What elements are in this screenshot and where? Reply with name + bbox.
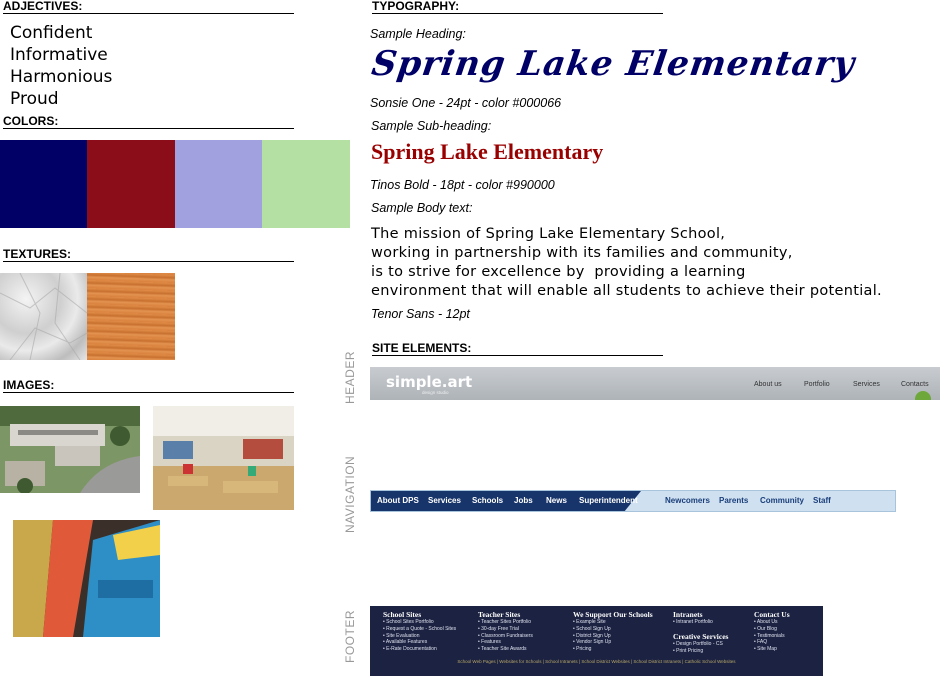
- nav-item-news[interactable]: News: [546, 496, 567, 505]
- footer-column-title: Creative Services: [673, 631, 729, 641]
- color-swatch-red: [87, 140, 175, 228]
- header-tagline: design studio: [422, 390, 449, 395]
- nav-item-schools[interactable]: Schools: [472, 496, 503, 505]
- body-line: is to strive for excellence by providing…: [371, 264, 746, 280]
- header-label: HEADER: [343, 350, 357, 404]
- colors-title: COLORS:: [3, 115, 294, 129]
- footer-link[interactable]: E-Rate Documentation: [383, 646, 456, 653]
- body-sample-label: Sample Body text:: [371, 201, 473, 215]
- footer-link[interactable]: Teacher Sites Portfolio: [478, 619, 533, 626]
- footer-link[interactable]: Site Evaluation: [383, 633, 456, 640]
- footer-column-title: School Sites: [383, 610, 422, 619]
- footer-column: Intranets Intranet Portfolio Creative Se…: [673, 610, 728, 654]
- sample-body-text: The mission of Spring Lake Elementary Sc…: [371, 225, 882, 301]
- header-nav-portfolio[interactable]: Portfolio: [804, 381, 830, 388]
- nav-item-staff[interactable]: Staff: [813, 496, 831, 505]
- footer-link[interactable]: School Sign Up: [573, 626, 653, 633]
- header-nav-contacts[interactable]: Contacts: [901, 381, 929, 388]
- footer-sample: School Sites School Sites Portfolio Requ…: [370, 606, 823, 676]
- color-swatch-navy: [0, 140, 87, 228]
- footer-column: Contact Us About Us Our Blog Testimonial…: [754, 610, 790, 653]
- subheading-sample-label: Sample Sub-heading:: [371, 119, 492, 133]
- footer-link[interactable]: Classroom Fundraisers: [478, 633, 533, 640]
- footer-label: FOOTER: [343, 610, 357, 663]
- color-swatch-lavender: [175, 140, 262, 228]
- adjectives-list: Confident Informative Harmonious Proud: [10, 22, 112, 110]
- footer-link[interactable]: Print Pricing: [673, 648, 728, 655]
- sample-heading: Spring Lake Elementary: [369, 44, 858, 84]
- footer-column-title: Intranets: [673, 610, 703, 619]
- footer-link[interactable]: Our Blog: [754, 626, 790, 633]
- footer-link[interactable]: Intranet Portfolio: [673, 619, 728, 626]
- nav-item-jobs[interactable]: Jobs: [514, 496, 533, 505]
- texture-wood: [87, 273, 175, 360]
- footer-column: We Support Our Schools Example Site Scho…: [573, 610, 653, 653]
- heading-sample-label: Sample Heading:: [370, 27, 466, 41]
- heading-font-spec: Sonsie One - 24pt - color #000066: [370, 96, 562, 110]
- color-swatch-green: [262, 140, 350, 228]
- footer-link[interactable]: Design Portfolio - CS: [673, 641, 728, 648]
- adjective-item: Harmonious: [10, 67, 113, 87]
- footer-link[interactable]: About Us: [754, 619, 790, 626]
- footer-link[interactable]: 30-day Free Trial: [478, 626, 533, 633]
- nav-item-superintendent[interactable]: Superintendent: [579, 496, 638, 505]
- body-line: The mission of Spring Lake Elementary Sc…: [371, 226, 726, 242]
- body-line: working in partnership with its families…: [371, 245, 793, 261]
- subheading-font-spec: Tinos Bold - 18pt - color #990000: [370, 178, 555, 192]
- footer-link[interactable]: District Sign Up: [573, 633, 653, 640]
- footer-link[interactable]: Vendor Sign Up: [573, 639, 653, 646]
- texture-paper: [0, 273, 87, 360]
- footer-link[interactable]: Site Map: [754, 646, 790, 653]
- typography-title: TYPOGRAPHY:: [372, 0, 663, 14]
- body-font-spec: Tenor Sans - 12pt: [371, 307, 470, 321]
- footer-bottom-links[interactable]: School Web Pages | Websites for Schools …: [370, 659, 823, 664]
- footer-column: Teacher Sites Teacher Sites Portfolio 30…: [478, 610, 533, 653]
- footer-link[interactable]: FAQ: [754, 639, 790, 646]
- footer-link[interactable]: School Sites Portfolio: [383, 619, 456, 626]
- footer-column-title: We Support Our Schools: [573, 610, 653, 619]
- header-logo: simple.art: [386, 373, 473, 391]
- nav-item-services[interactable]: Services: [428, 496, 461, 505]
- nav-item-parents[interactable]: Parents: [719, 496, 748, 505]
- header-nav-services[interactable]: Services: [853, 381, 880, 388]
- adjective-item: Confident: [10, 23, 93, 43]
- footer-link[interactable]: Example Site: [573, 619, 653, 626]
- footer-column-title: Teacher Sites: [478, 610, 521, 619]
- footer-link[interactable]: Teacher Site Awards: [478, 646, 533, 653]
- footer-link[interactable]: Request a Quote - School Sites: [383, 626, 456, 633]
- footer-column-title: Contact Us: [754, 610, 790, 619]
- leaf-decoration-icon: [915, 391, 931, 400]
- site-elements-title: SITE ELEMENTS:: [372, 342, 663, 356]
- school-aerial-photo: [0, 406, 140, 493]
- images-title: IMAGES:: [3, 379, 294, 393]
- nav-item-newcomers[interactable]: Newcomers: [665, 496, 710, 505]
- header-sample: simple.art design studio About us Portfo…: [370, 367, 940, 400]
- footer-link[interactable]: Testimonials: [754, 633, 790, 640]
- adjectives-title: ADJECTIVES:: [3, 0, 294, 14]
- footer-link[interactable]: Pricing: [573, 646, 653, 653]
- adjective-item: Proud: [10, 89, 59, 109]
- nav-item-about-dps[interactable]: About DPS: [377, 496, 419, 505]
- adjective-item: Informative: [10, 45, 108, 65]
- navigation-label: NAVIGATION: [343, 455, 357, 533]
- navigation-sample: About DPS Services Schools Jobs News Sup…: [370, 490, 896, 512]
- nav-item-community[interactable]: Community: [760, 496, 804, 505]
- classroom-photo: [153, 406, 294, 510]
- footer-link[interactable]: Available Features: [383, 639, 456, 646]
- books-photo: [13, 520, 160, 637]
- footer-column: School Sites School Sites Portfolio Requ…: [383, 610, 456, 653]
- header-nav-about[interactable]: About us: [754, 381, 782, 388]
- sample-subheading: Spring Lake Elementary: [371, 139, 604, 164]
- body-line: environment that will enable all student…: [371, 283, 882, 299]
- textures-title: TEXTURES:: [3, 248, 294, 262]
- footer-link[interactable]: Features: [478, 639, 533, 646]
